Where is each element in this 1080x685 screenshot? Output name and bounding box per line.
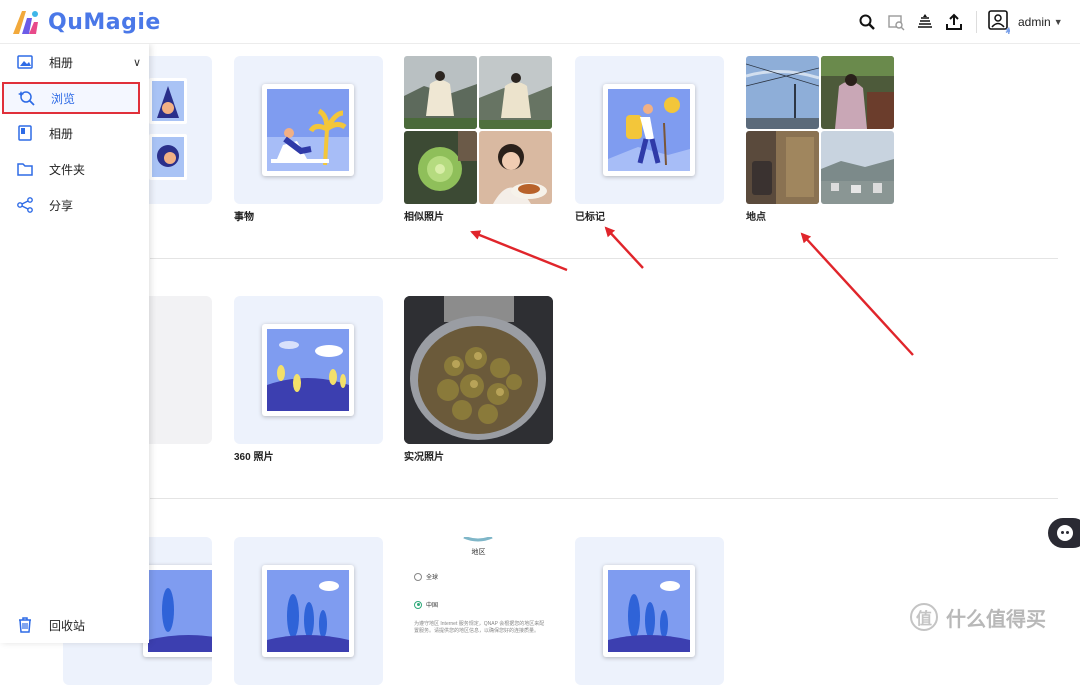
trees-illustration <box>608 570 690 652</box>
tagged-card[interactable] <box>575 56 724 204</box>
search-button[interactable] <box>856 11 878 33</box>
app-logo[interactable]: QuMagie <box>10 8 161 36</box>
chevron-down-icon[interactable]: ∨ <box>133 56 141 69</box>
image-search-button[interactable] <box>885 11 907 33</box>
people-thumbnail <box>149 78 187 180</box>
folder-icon <box>17 163 33 176</box>
sidebar-item-label: 相册 <box>49 126 74 141</box>
photo-thumbnail <box>404 56 477 129</box>
user-menu[interactable]: ✱ admin ▼ <box>988 10 1063 34</box>
photo-360-card[interactable] <box>234 296 383 444</box>
sidebar-item-folders[interactable]: 文件夹 <box>0 153 149 185</box>
photo-thumbnail <box>404 131 477 204</box>
username: admin <box>1018 15 1051 29</box>
user-avatar-icon: ✱ <box>988 10 1010 34</box>
trees-illustration <box>148 570 212 652</box>
album-card[interactable] <box>234 537 383 685</box>
sidebar: 相册 ∨ 浏览 相册 文件夹 分享 回收站 <box>0 44 149 643</box>
photo-thumbnail <box>479 56 552 129</box>
hiker-illustration <box>608 89 690 171</box>
sidebar-item-share[interactable]: 分享 <box>0 189 149 221</box>
sidebar-item-browse[interactable]: 浏览 <box>2 82 140 114</box>
toolbar-divider <box>976 11 977 33</box>
trash-icon <box>19 617 31 633</box>
photo-thumbnail <box>821 56 894 129</box>
card-label-360: 360 照片 <box>234 452 274 463</box>
sidebar-item-label: 浏览 <box>51 91 76 106</box>
live-photo-thumbnail <box>404 296 553 444</box>
section-divider <box>150 258 1058 259</box>
sidebar-item-trash[interactable]: 回收站 <box>0 609 149 641</box>
region-note: 为遵守地区 Internet 服务规定，QNAP 会根据您的地区来配置服务。请提… <box>414 621 545 634</box>
sidebar-item-photos[interactable]: 相册 ∨ <box>0 46 149 78</box>
watermark-text: 什么值得买 <box>946 608 1046 631</box>
card-label-things: 事物 <box>234 212 254 223</box>
album-card[interactable] <box>575 537 724 685</box>
card-label-tagged: 已标记 <box>575 212 605 223</box>
stack-tasks-icon <box>918 14 932 28</box>
photo-thumbnail <box>821 131 894 204</box>
landscape-360-illustration <box>267 329 349 411</box>
sidebar-item-albums[interactable]: 相册 <box>0 117 149 149</box>
region-title: 地区 <box>471 549 486 556</box>
chatbot-face-icon <box>1057 525 1073 541</box>
section-divider <box>150 498 1058 499</box>
photo-thumbnail <box>479 131 552 204</box>
sidebar-item-label: 相册 <box>49 55 74 70</box>
places-card[interactable] <box>746 56 895 204</box>
album-book-icon <box>18 125 32 141</box>
watermark-logo-icon: 值 <box>910 603 938 631</box>
region-option-global[interactable]: 全球 <box>414 572 438 581</box>
radio-button-selected <box>414 600 422 609</box>
photo-thumbnail <box>746 131 819 204</box>
beach-chair-illustration <box>267 89 349 171</box>
tasks-button[interactable] <box>914 11 936 33</box>
card-label-places: 地点 <box>746 212 766 223</box>
similar-photos-card[interactable] <box>404 56 553 204</box>
photo-album-icon <box>17 55 33 69</box>
browse-magic-icon <box>18 91 35 106</box>
region-dialog-header-arc <box>463 537 493 542</box>
live-photos-card[interactable] <box>404 296 553 444</box>
search-icon <box>859 14 875 30</box>
top-bar: QuMagie ✱ admin ▼ <box>0 0 1080 44</box>
sidebar-item-label: 回收站 <box>49 618 86 633</box>
sidebar-item-label: 分享 <box>49 198 74 213</box>
assistant-chat-button[interactable] <box>1048 518 1080 548</box>
card-label-similar: 相似照片 <box>404 212 444 223</box>
svg-text:✱: ✱ <box>1005 26 1010 34</box>
region-option-label: 全球 <box>426 575 439 581</box>
qumagie-logo-icon <box>13 11 38 34</box>
image-search-icon <box>888 15 905 31</box>
share-icon <box>17 197 33 213</box>
trees-illustration <box>267 570 349 652</box>
things-card[interactable] <box>234 56 383 204</box>
photo-thumbnail <box>746 56 819 129</box>
app-name: QuMagie <box>48 9 161 35</box>
card-label-live: 实况照片 <box>404 452 444 463</box>
sidebar-item-label: 文件夹 <box>49 162 86 177</box>
region-settings-thumbnail: 地区 全球 中国 为遵守地区 Internet 服务规定，QNAP 会根据您的地… <box>404 537 553 643</box>
site-watermark: 值 什么值得买 <box>910 602 1046 632</box>
caret-down-icon: ▼ <box>1053 17 1063 27</box>
region-option-china[interactable]: 中国 <box>414 600 438 609</box>
upload-button[interactable] <box>943 11 965 33</box>
upload-icon <box>946 13 962 30</box>
region-option-label: 中国 <box>426 603 439 609</box>
radio-button <box>414 572 422 581</box>
